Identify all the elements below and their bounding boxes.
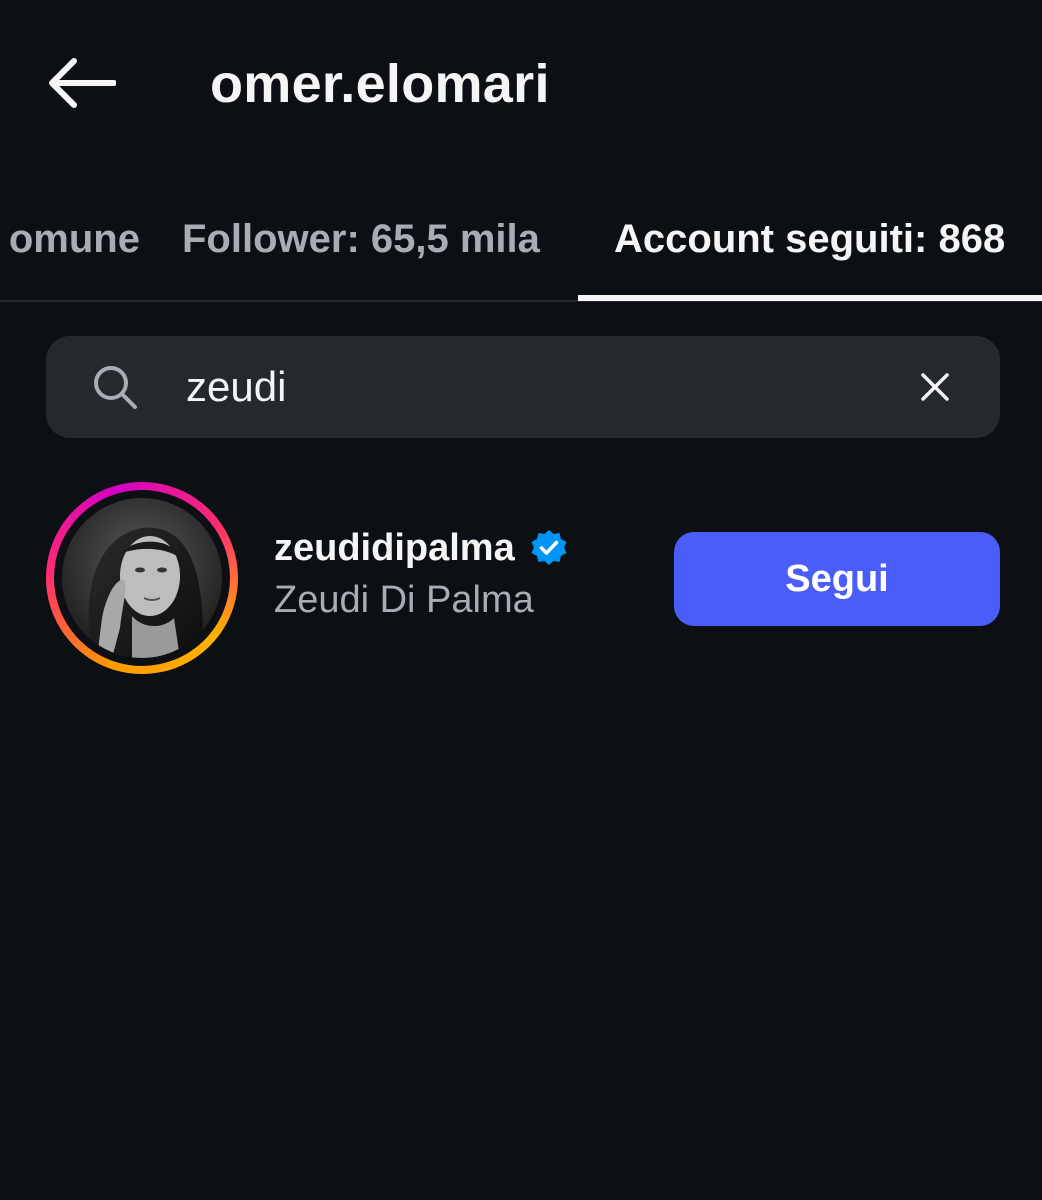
- tab-following[interactable]: Account seguiti: 868: [614, 180, 1005, 298]
- back-button[interactable]: [40, 48, 122, 118]
- page-title: omer.elomari: [210, 54, 550, 114]
- tab-mutual[interactable]: omune: [0, 180, 140, 298]
- follow-button[interactable]: Segui: [674, 532, 1000, 626]
- search-input[interactable]: [186, 358, 886, 416]
- clear-search-button[interactable]: [912, 364, 958, 410]
- tab-following-label: Account seguiti: 868: [614, 216, 1006, 261]
- arrow-left-icon: [49, 58, 116, 108]
- close-icon: [921, 373, 949, 401]
- full-name: Zeudi Di Palma: [274, 579, 534, 621]
- tab-followers[interactable]: Follower: 65,5 mila: [182, 180, 540, 298]
- username: zeudidipalma: [274, 526, 515, 569]
- avatar-story-ring[interactable]: [46, 482, 238, 674]
- avatar-photo: [62, 498, 222, 658]
- search-bar[interactable]: [46, 336, 1000, 438]
- tab-followers-label: Follower: 65,5 mila: [182, 216, 540, 261]
- username-line: zeudidipalma: [274, 522, 569, 574]
- avatar: [62, 498, 222, 658]
- tab-mutual-label: omune: [8, 216, 140, 261]
- active-tab-indicator: [578, 295, 1042, 301]
- list-item[interactable]: zeudidipalma Zeudi Di Palma Segui: [0, 470, 1042, 684]
- user-info[interactable]: zeudidipalma Zeudi Di Palma: [274, 522, 569, 626]
- search-icon: [94, 366, 137, 409]
- verified-badge-icon: [531, 530, 567, 565]
- tab-bar: omune Follower: 65,5 mila Account seguit…: [0, 180, 1042, 304]
